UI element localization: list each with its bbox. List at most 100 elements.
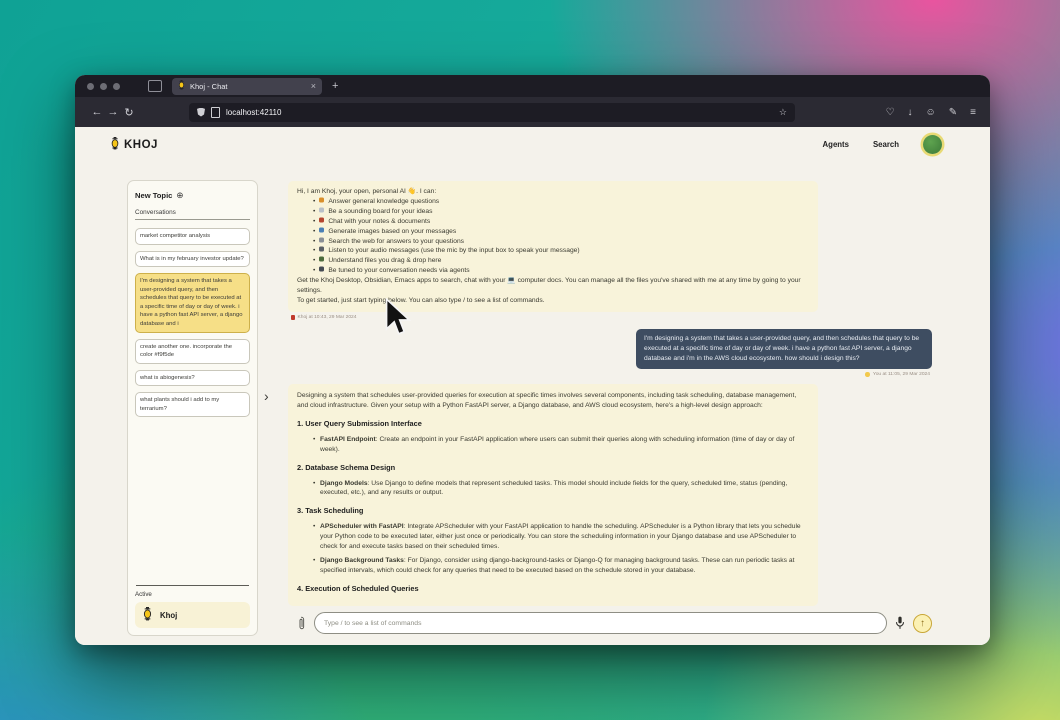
downloads-icon[interactable]: ↓ — [908, 107, 913, 118]
capability-text: Understand files you drag & drop here — [328, 256, 441, 266]
extensions-icon[interactable]: ✎ — [949, 107, 957, 118]
response-bullet: FastAPI Endpoint: Create an endpoint in … — [313, 435, 809, 455]
window-zoom-button[interactable] — [113, 83, 120, 90]
capability-text: Be a sounding board for your ideas — [328, 207, 432, 217]
conversation-title: what plants should i add to my terrarium… — [140, 397, 219, 412]
response-bullet: APScheduler with FastAPI: Integrate APSc… — [313, 522, 809, 552]
reload-icon[interactable]: ↻ — [121, 106, 137, 119]
tab-title: Khoj - Chat — [190, 82, 228, 91]
welcome-capability-item: • Understand files you drag & drop here — [313, 256, 809, 266]
conversation-title: I'm designing a system that takes a user… — [140, 278, 243, 327]
browser-tab[interactable]: Khoj - Chat × — [172, 78, 322, 95]
sidebar-divider — [136, 585, 249, 586]
welcome-getting-started: To get started, just start typing below.… — [297, 296, 809, 306]
lightbulb-icon — [319, 197, 324, 202]
chat-message-input[interactable] — [314, 612, 887, 634]
tab-close-icon[interactable]: × — [311, 81, 316, 91]
conversation-item[interactable]: I'm designing a system that takes a user… — [135, 273, 250, 332]
window-minimize-button[interactable] — [100, 83, 107, 90]
welcome-capability-item: • Be a sounding board for your ideas — [313, 207, 809, 217]
window-close-button[interactable] — [87, 83, 94, 90]
user-message-timestamp: You at 11:05, 29 Mar 2024 — [291, 372, 930, 377]
plus-circle-icon: ⊕ — [176, 190, 183, 201]
conversations-label: Conversations — [135, 209, 250, 220]
capability-text: Listen to your audio messages (use the m… — [328, 246, 579, 256]
browser-toolbar: ← → ↻ localhost:42110 ☆ ♡ ↓ ☺ ✎ ≡ — [75, 97, 990, 127]
welcome-capability-item: • Answer general knowledge questions — [313, 197, 809, 207]
tracking-protection-shield-icon[interactable] — [197, 108, 205, 117]
send-message-button[interactable]: ↑ — [913, 614, 932, 633]
conversation-list: market competitor analysis What is in my … — [135, 228, 250, 423]
user-smiley-icon — [865, 372, 870, 377]
url-text: localhost:42110 — [226, 108, 281, 117]
conversation-item[interactable]: what is abiogenesis? — [135, 370, 250, 387]
pocket-icon[interactable]: ♡ — [886, 107, 895, 118]
toolbar-icon-cluster: ♡ ↓ ☺ ✎ ≡ — [886, 107, 976, 118]
send-up-arrow-icon: ↑ — [920, 618, 925, 629]
welcome-outro: Get the Khoj Desktop, Obsidian, Emacs ap… — [297, 276, 809, 296]
capability-text: Be tuned to your conversation needs via … — [328, 266, 469, 276]
url-bar[interactable]: localhost:42110 ☆ — [189, 103, 795, 122]
attach-file-paperclip-icon[interactable] — [297, 616, 306, 631]
khoj-response-message: Designing a system that schedules user-p… — [288, 384, 818, 606]
response-heading: 4. Execution of Scheduled Queries — [297, 584, 809, 595]
khoj-lantern-icon — [110, 137, 120, 153]
welcome-intro: Hi, I am Khoj, your open, personal AI 👋.… — [297, 187, 809, 197]
active-label: Active — [135, 591, 250, 598]
books-icon — [319, 217, 324, 222]
response-bullet: Django Background Tasks: For Django, con… — [313, 556, 809, 576]
web-search-icon — [319, 237, 324, 242]
conversation-title: create another one. incorporate the colo… — [140, 344, 232, 359]
khoj-lantern-icon — [142, 607, 153, 621]
welcome-capability-item: • Chat with your notes & documents — [313, 217, 809, 227]
logo-text: KHOJ — [124, 139, 158, 151]
capability-text: Answer general knowledge questions — [328, 197, 439, 207]
khoj-welcome-message: Hi, I am Khoj, your open, personal AI 👋.… — [288, 181, 818, 312]
khoj-lantern-icon — [291, 315, 295, 320]
nav-agents-link[interactable]: Agents — [823, 140, 849, 149]
microphone-icon[interactable] — [895, 616, 905, 630]
microphone-icon — [319, 247, 324, 252]
welcome-capability-item: • Search the web for answers to your que… — [313, 237, 809, 247]
response-heading: 2. Database Schema Design — [297, 463, 809, 474]
chat-body: Hi, I am Khoj, your open, personal AI 👋.… — [288, 181, 935, 608]
forward-icon[interactable]: → — [105, 106, 121, 118]
firefox-view-icon[interactable] — [148, 80, 162, 92]
header-nav: Agents Search — [823, 135, 942, 154]
response-bullet: Django Models: Use Django to define mode… — [313, 479, 809, 499]
files-icon — [319, 257, 324, 262]
new-topic-button[interactable]: New Topic ⊕ — [135, 190, 250, 201]
account-icon[interactable]: ☺ — [926, 107, 936, 118]
menu-icon[interactable]: ≡ — [970, 107, 976, 118]
tab-favicon-lantern-icon — [178, 80, 185, 92]
welcome-capability-item: • Generate images based on your messages — [313, 227, 809, 237]
desktop-background: Khoj - Chat × + ← → ↻ localhost:42110 ☆ … — [0, 0, 1060, 720]
picture-icon — [319, 227, 324, 232]
robot-icon — [319, 267, 324, 272]
active-agent-name: Khoj — [160, 611, 177, 620]
conversations-sidebar: New Topic ⊕ Conversations market competi… — [127, 180, 258, 636]
conversation-title: What is in my february investor update? — [140, 256, 244, 262]
conversation-item[interactable]: create another one. incorporate the colo… — [135, 339, 250, 364]
welcome-capability-item: • Be tuned to your conversation needs vi… — [313, 266, 809, 276]
khoj-logo[interactable]: KHOJ — [110, 137, 158, 153]
conversation-item[interactable]: market competitor analysis — [135, 228, 250, 245]
capability-text: Generate images based on your messages — [328, 227, 456, 237]
active-agent-card[interactable]: Khoj — [135, 602, 250, 628]
sidebar-collapse-chevron-icon[interactable]: › — [264, 389, 269, 403]
nav-search-link[interactable]: Search — [873, 140, 899, 149]
new-tab-button[interactable]: + — [332, 80, 338, 92]
khoj-lantern-icon — [110, 137, 120, 150]
bookmark-star-icon[interactable]: ☆ — [779, 107, 787, 118]
conversation-title: what is abiogenesis? — [140, 375, 195, 381]
welcome-capabilities-list: • Answer general knowledge questions • B… — [297, 197, 809, 276]
browser-tab-strip: Khoj - Chat × + — [75, 75, 990, 97]
conversation-item[interactable]: What is in my february investor update? — [135, 251, 250, 268]
chat-input-bar: ↑ — [297, 610, 932, 636]
page-info-icon[interactable] — [211, 107, 220, 118]
response-paragraph: Designing a system that schedules user-p… — [297, 391, 809, 411]
back-icon[interactable]: ← — [89, 106, 105, 118]
user-avatar[interactable] — [923, 135, 942, 154]
conversation-item[interactable]: what plants should i add to my terrarium… — [135, 392, 250, 417]
welcome-capability-item: • Listen to your audio messages (use the… — [313, 246, 809, 256]
